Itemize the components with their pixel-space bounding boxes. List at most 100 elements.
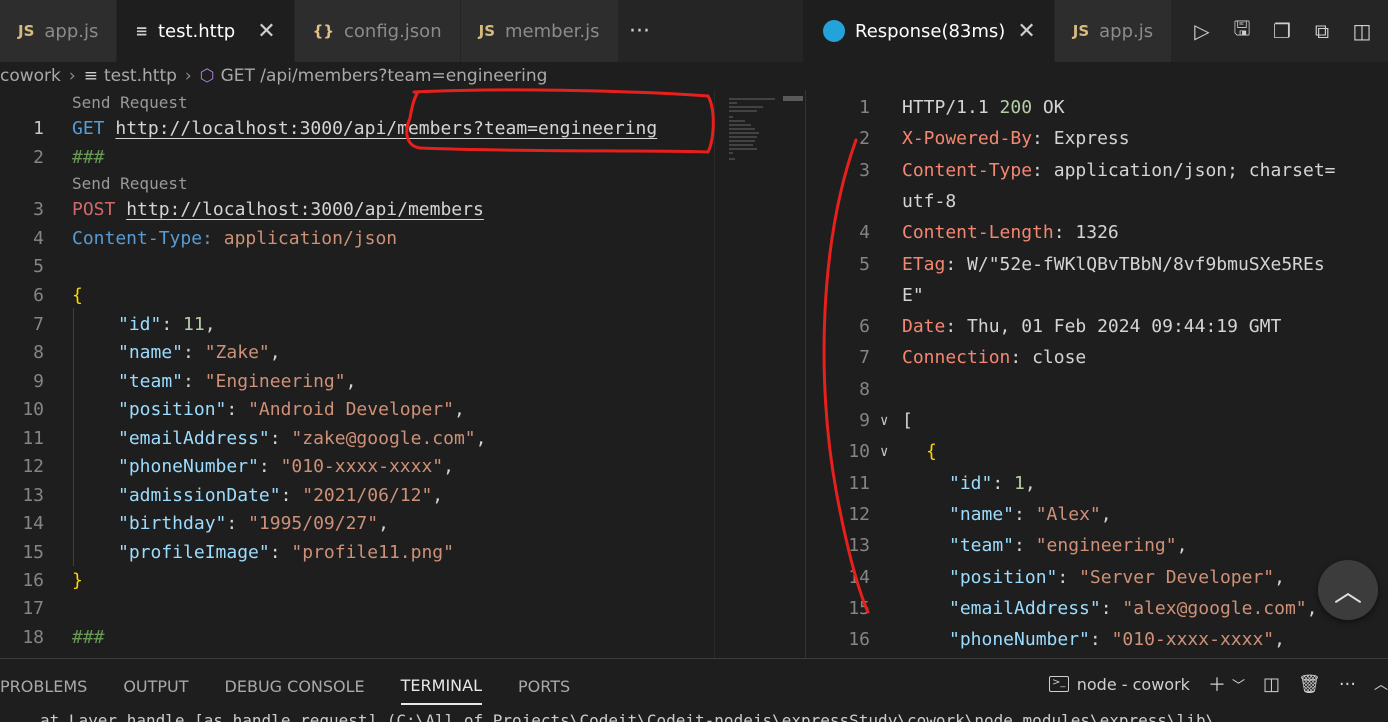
- code-line: 2 ###: [33, 146, 105, 168]
- tab-app-js[interactable]: JS app.js: [0, 0, 118, 62]
- tab-label: app.js: [44, 20, 99, 42]
- tab-label: Response(83ms): [855, 20, 1006, 42]
- breadcrumb-request[interactable]: GET /api/members?team=engineering: [221, 66, 548, 86]
- terminal-selector[interactable]: >_ node - cowork: [1048, 675, 1190, 694]
- code-line: 11 "emailAddress": "zake@google.com",: [22, 427, 487, 449]
- json-key: "position": [949, 566, 1058, 588]
- colon: :: [945, 253, 968, 275]
- fold-chevron-icon[interactable]: ∨: [880, 444, 888, 460]
- scroll-to-top-button[interactable]: ︿: [1318, 560, 1378, 620]
- response-line: 4 Content-Length: 1326: [859, 222, 1119, 244]
- json-value: "Server Developer": [1079, 566, 1275, 588]
- header-name: X-Powered-By: [902, 128, 1033, 150]
- chevron-down-icon[interactable]: ﹀: [1232, 675, 1245, 694]
- tab-ports[interactable]: PORTS: [518, 669, 570, 704]
- run-icon[interactable]: ▷: [1190, 19, 1214, 43]
- request-url[interactable]: http://localhost:3000/api/members: [126, 199, 484, 220]
- tab-label: app.js: [1099, 20, 1154, 42]
- minimap[interactable]: [714, 90, 802, 658]
- header-value: Thu, 01 Feb 2024 09:44:19 GMT: [967, 316, 1282, 338]
- header-name: Connection: [902, 347, 1011, 369]
- json-key: "name": [118, 341, 184, 363]
- response-line: 2 X-Powered-By: Express: [859, 128, 1130, 150]
- cube-symbol-icon: ⬡: [199, 66, 215, 86]
- terminal-output[interactable]: at Layer.handle [as handle_request] (C:\…: [40, 711, 1215, 722]
- status-text: OK: [1042, 97, 1065, 118]
- scrollbar-thumb[interactable]: [783, 96, 803, 101]
- json-file-icon: {}: [312, 22, 334, 40]
- tab-test-http[interactable]: ≡ test.http ✕: [117, 0, 295, 62]
- response-tab-bar: Response(83ms) ✕ JS app.js ▷ 🖫 ❐ ⧉ ◫: [805, 0, 1388, 62]
- json-value: "010-xxxx-xxxx": [1111, 629, 1275, 651]
- json-value: "zake@google.com": [291, 427, 476, 449]
- response-line: E": [806, 280, 924, 311]
- header-value: close: [1032, 347, 1087, 369]
- http-method: GET: [72, 117, 105, 139]
- json-value: 11: [183, 313, 205, 335]
- colon: :: [1057, 566, 1080, 588]
- tab-debug-console[interactable]: DEBUG CONSOLE: [225, 669, 365, 704]
- terminal-icon: >_: [1048, 676, 1069, 692]
- colon: :: [1032, 128, 1054, 150]
- send-request-link[interactable]: Send Request: [72, 93, 188, 112]
- save-icon[interactable]: 🖫: [1230, 14, 1254, 48]
- javascript-file-icon: JS: [1072, 22, 1090, 40]
- split-terminal-icon[interactable]: ◫: [1263, 674, 1280, 695]
- code-line: 14 "birthday": "1995/09/27",: [22, 512, 389, 534]
- header-value: 1326: [1075, 222, 1119, 244]
- send-request-link[interactable]: Send Request: [72, 174, 188, 193]
- header-value: application/json; charset=: [1053, 159, 1336, 181]
- response-line: 9 ∨[: [859, 410, 913, 431]
- tab-label: test.http: [157, 20, 236, 42]
- response-viewer[interactable]: 1 HTTP/1.1 200 OK 2 X-Powered-By: Express 3 C…: [805, 90, 1388, 658]
- header-name: ETag: [902, 253, 946, 275]
- tab-member-js[interactable]: JS member.js: [460, 0, 619, 62]
- close-tab-icon[interactable]: ✕: [1017, 19, 1035, 44]
- breadcrumb-file[interactable]: test.http: [104, 66, 177, 86]
- code-line: 8 "name": "Zake",: [33, 341, 281, 363]
- http-method: POST: [72, 198, 116, 220]
- close-tab-icon[interactable]: ✕: [257, 19, 275, 44]
- comma: ,: [1306, 597, 1318, 619]
- json-key: "position": [118, 398, 227, 420]
- http-file-icon: ≡: [83, 66, 98, 86]
- breadcrumb-folder[interactable]: cowork: [0, 66, 61, 86]
- comma: ,: [1274, 566, 1285, 588]
- tab-app-js-right[interactable]: JS app.js: [1054, 0, 1173, 62]
- response-line: 1 HTTP/1.1 200 OK: [859, 97, 1065, 118]
- copy-all-icon[interactable]: ❐: [1270, 19, 1294, 43]
- tab-response[interactable]: Response(83ms) ✕: [805, 0, 1055, 62]
- more-tabs-icon[interactable]: ···: [618, 0, 661, 62]
- header-value-wrap: utf-8: [902, 190, 957, 212]
- json-value: 1: [1014, 472, 1025, 494]
- tab-config-json[interactable]: {} config.json: [294, 0, 461, 62]
- tab-label: member.js: [505, 20, 600, 42]
- chevron-up-icon[interactable]: ︿: [1374, 674, 1388, 694]
- breadcrumb: cowork › ≡ test.http › ⬡ GET /api/member…: [0, 62, 803, 90]
- response-line: 6 Date: Thu, 01 Feb 2024 09:44:19 GMT: [859, 316, 1282, 338]
- code-line: 1 GET http://localhost:3000/api/members?…: [33, 117, 658, 139]
- tab-terminal[interactable]: TERMINAL: [400, 668, 483, 705]
- request-url[interactable]: http://localhost:3000/api/members?team=e…: [115, 118, 657, 139]
- copy-body-icon[interactable]: ⧉: [1310, 19, 1334, 43]
- new-terminal-icon[interactable]: ＋: [1208, 671, 1226, 697]
- tab-problems[interactable]: PROBLEMS: [0, 669, 87, 704]
- editor-actions: ▷ 🖫 ❐ ⧉ ◫: [1176, 0, 1388, 62]
- split-editor-icon[interactable]: ◫: [1350, 19, 1374, 43]
- http-editor[interactable]: Send Request 1 GET http://localhost:3000…: [0, 90, 714, 658]
- fold-chevron-icon[interactable]: ∨: [880, 413, 888, 429]
- code-line: 18 ###: [22, 626, 105, 648]
- trash-icon[interactable]: 🗑: [1298, 674, 1321, 695]
- comma: ,: [1176, 535, 1188, 557]
- json-value: "010-xxxx-xxxx": [280, 455, 444, 477]
- more-actions-icon[interactable]: ···: [1339, 674, 1356, 695]
- json-key: "phoneNumber": [949, 629, 1090, 651]
- code-line: 10 "position": "Android Developer",: [22, 398, 465, 420]
- json-value: "2021/06/12": [302, 484, 433, 506]
- json-key: "id": [118, 313, 162, 335]
- json-bracket: [: [902, 410, 913, 431]
- comma: ,: [1024, 472, 1036, 494]
- javascript-file-icon: JS: [18, 22, 35, 40]
- tab-output[interactable]: OUTPUT: [123, 669, 188, 704]
